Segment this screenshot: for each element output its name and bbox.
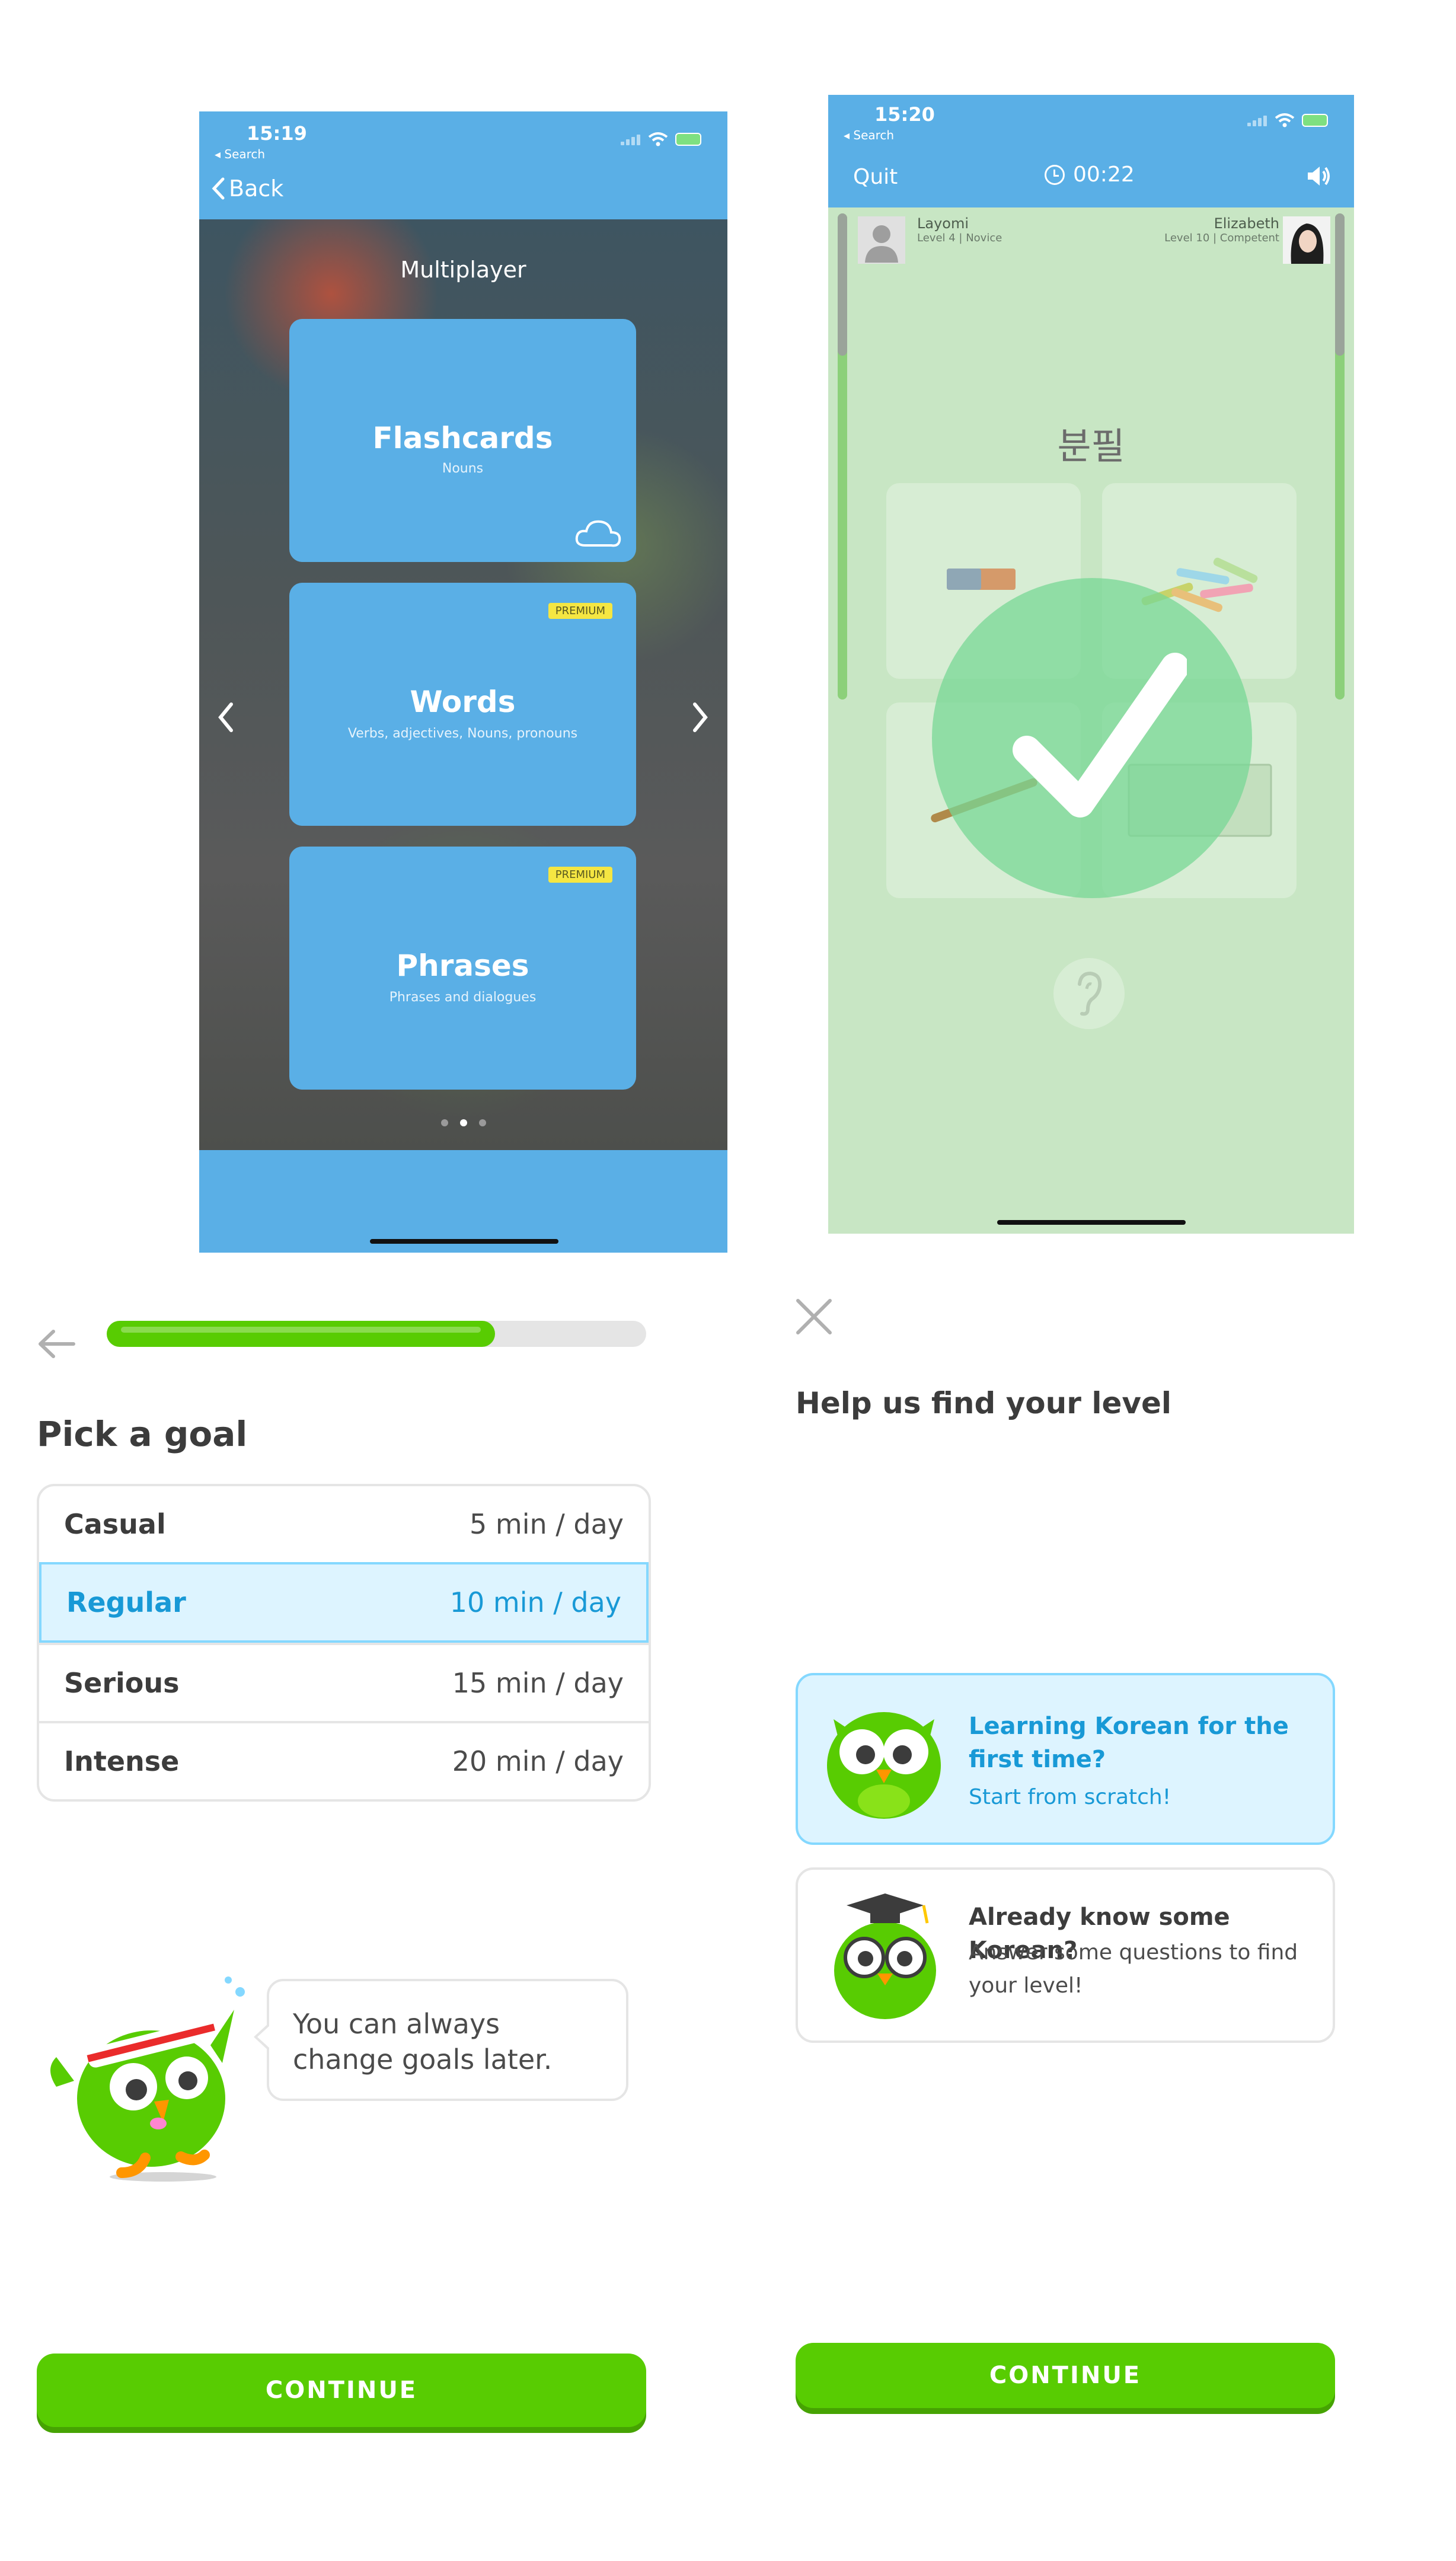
ear-icon — [1078, 971, 1102, 1016]
goal-name: Intense — [64, 1745, 180, 1777]
status-back-search[interactable]: ◂ Search — [215, 147, 265, 161]
player-right-name: Elizabeth — [1214, 215, 1279, 232]
clock-icon — [1045, 164, 1065, 185]
sound-button[interactable] — [1305, 165, 1332, 193]
owl-mascot-running — [50, 1976, 245, 2182]
correct-answer-overlay — [932, 578, 1252, 898]
mode-card-flashcards[interactable]: Flashcards Nouns — [289, 319, 636, 562]
multiplayer-screen: 15:19 ◂ Search Back Multiplayer Flashcar… — [199, 111, 727, 1253]
quiz-screen: 15:20 ◂ Search Quit 00:22 Layomi Level 4… — [828, 95, 1354, 1234]
battery-icon — [675, 133, 701, 146]
goal-option-casual[interactable]: Casual 5 min / day — [39, 1486, 649, 1562]
top-bar: 15:19 ◂ Search Back — [199, 111, 727, 219]
goal-options-list: Casual 5 min / day Regular 10 min / day … — [37, 1484, 651, 1802]
goal-option-serious[interactable]: Serious 15 min / day — [39, 1643, 649, 1721]
level-option-placement[interactable]: Already know some Korean? Answer some qu… — [796, 1867, 1335, 2043]
close-button[interactable] — [793, 1295, 835, 1345]
speech-bubble-text: You can always change goals later. — [293, 2008, 553, 2075]
quit-button[interactable]: Quit — [853, 165, 898, 189]
card-title: Words — [410, 685, 516, 719]
goal-option-intense[interactable]: Intense 20 min / day — [39, 1721, 649, 1799]
speech-bubble: You can always change goals later. — [254, 1979, 628, 2101]
mode-card-words[interactable]: PREMIUM Words Verbs, adjectives, Nouns, … — [289, 583, 636, 826]
player-left-level: Level 4 | Novice — [917, 232, 1002, 244]
close-icon — [796, 1299, 832, 1334]
home-indicator — [997, 1220, 1186, 1225]
status-back-search[interactable]: ◂ Search — [844, 128, 894, 142]
bottom-bar — [199, 1150, 727, 1253]
chevron-right-icon — [693, 702, 708, 732]
level-option-beginner[interactable]: Learning Korean for the first time? Star… — [796, 1673, 1335, 1845]
lesson-progress-bar — [107, 1321, 646, 1347]
owl-mascot-icon — [827, 1712, 941, 1819]
player-left-name: Layomi — [917, 215, 969, 232]
status-time: 15:20 — [874, 103, 935, 126]
premium-badge: PREMIUM — [548, 603, 612, 619]
player-left-avatar — [858, 216, 905, 264]
status-icons — [1247, 113, 1328, 128]
arrow-left-icon — [39, 1330, 75, 1358]
goal-name: Regular — [66, 1586, 186, 1618]
goal-time: 20 min / day — [452, 1745, 624, 1777]
signal-icon — [621, 133, 641, 145]
card-title: Phrases — [396, 949, 529, 983]
continue-button[interactable]: CONTINUE — [796, 2343, 1335, 2408]
goal-time: 15 min / day — [452, 1667, 624, 1699]
back-button[interactable] — [36, 1319, 77, 1369]
prev-arrow-button[interactable] — [217, 698, 235, 742]
card-subtitle: Verbs, adjectives, Nouns, pronouns — [347, 726, 578, 741]
mode-card-phrases[interactable]: PREMIUM Phrases Phrases and dialogues — [289, 847, 636, 1090]
card-subtitle: Nouns — [442, 461, 484, 476]
option-subtitle: Start from scratch! — [969, 1785, 1171, 1809]
goal-option-regular[interactable]: Regular 10 min / day — [39, 1562, 649, 1643]
goal-time: 10 min / day — [449, 1586, 621, 1618]
timer: 00:22 — [1045, 162, 1135, 187]
player-left-info: Layomi Level 4 | Novice — [917, 215, 1002, 244]
status-icons — [621, 132, 701, 147]
next-arrow-button[interactable] — [691, 698, 709, 742]
player-right-info: Elizabeth Level 10 | Competent — [1164, 215, 1279, 244]
page-dot[interactable] — [440, 1119, 448, 1126]
chevron-left-icon — [212, 177, 225, 200]
goal-time: 5 min / day — [470, 1508, 624, 1540]
wifi-icon — [1275, 113, 1295, 127]
page-dot-active[interactable] — [459, 1119, 467, 1126]
card-title: Flashcards — [372, 421, 553, 455]
progress-fill — [107, 1321, 496, 1347]
person-icon — [858, 216, 905, 264]
page-title: Multiplayer — [400, 257, 526, 283]
page-title: Help us find your level — [796, 1386, 1172, 1420]
owl-graduate-icon — [834, 1893, 936, 2019]
player-right-avatar — [1283, 216, 1330, 264]
goal-name: Casual — [64, 1508, 166, 1540]
eraser-image — [947, 569, 1016, 590]
status-time: 15:19 — [247, 122, 307, 145]
goal-name: Serious — [64, 1667, 180, 1699]
back-button[interactable]: Back — [211, 175, 283, 202]
page-dot[interactable] — [478, 1119, 486, 1126]
top-bar: 15:20 ◂ Search Quit 00:22 — [828, 95, 1354, 207]
continue-button[interactable]: CONTINUE — [37, 2354, 646, 2427]
card-subtitle: Phrases and dialogues — [389, 990, 537, 1005]
checkmark-icon — [1013, 653, 1187, 818]
player-right-level: Level 10 | Competent — [1164, 232, 1279, 244]
back-label: Back — [229, 175, 284, 202]
battery-icon — [1302, 114, 1328, 127]
timer-value: 00:22 — [1073, 162, 1135, 187]
avatar-photo-icon — [1283, 216, 1330, 264]
home-indicator — [370, 1239, 558, 1244]
speaker-icon — [1308, 167, 1330, 186]
wifi-icon — [648, 132, 668, 146]
cloud-icon — [575, 520, 621, 547]
option-title: Learning Korean for the first time? — [969, 1713, 1289, 1773]
listen-hint-button[interactable] — [1053, 958, 1125, 1029]
quiz-word: 분필 — [1057, 424, 1125, 468]
option-subtitle: Answer some questions to find your level… — [969, 1940, 1298, 1998]
signal-icon — [1247, 114, 1267, 126]
premium-badge: PREMIUM — [548, 867, 612, 883]
chevron-left-icon — [218, 702, 233, 732]
page-indicator — [199, 1119, 727, 1126]
page-title: Pick a goal — [37, 1414, 248, 1454]
